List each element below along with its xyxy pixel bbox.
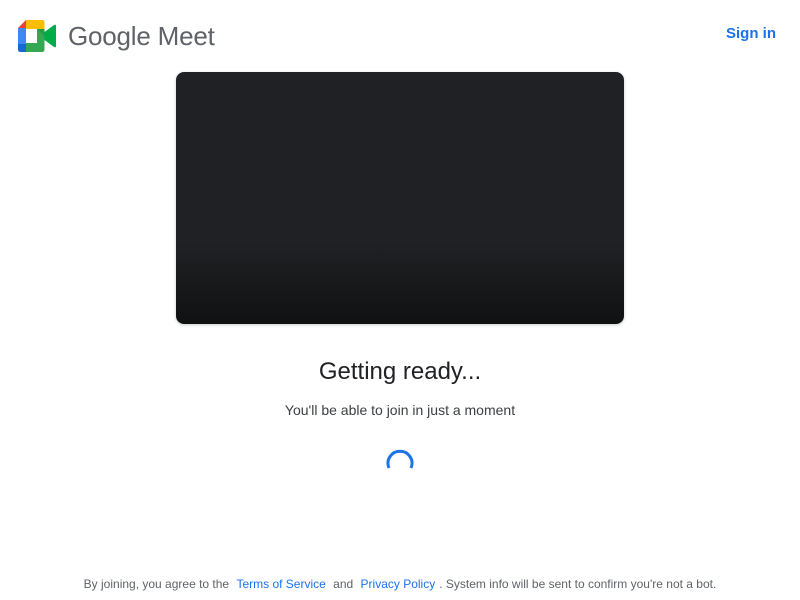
loading-spinner-icon [386,449,414,469]
footer-suffix: . System info will be sent to confirm yo… [439,577,717,591]
footer-prefix: By joining, you agree to the [83,577,230,591]
video-preview [176,72,624,324]
footer-terms: By joining, you agree to the Terms of Se… [0,576,800,592]
sign-in-link[interactable]: Sign in [726,24,776,44]
meet-join-page: Google Meet Sign in Getting ready... You… [0,0,800,600]
google-meet-logo-icon [18,20,56,52]
footer-conjunction: and [333,577,354,591]
terms-of-service-link[interactable]: Terms of Service [236,577,325,591]
status-title: Getting ready... [318,358,482,385]
status-subtitle: You'll be able to join in just a moment [284,402,516,418]
header: Google Meet Sign in [0,0,800,72]
privacy-policy-link[interactable]: Privacy Policy [361,577,436,591]
brand[interactable]: Google Meet [18,20,215,52]
brand-name: Google Meet [68,21,215,51]
